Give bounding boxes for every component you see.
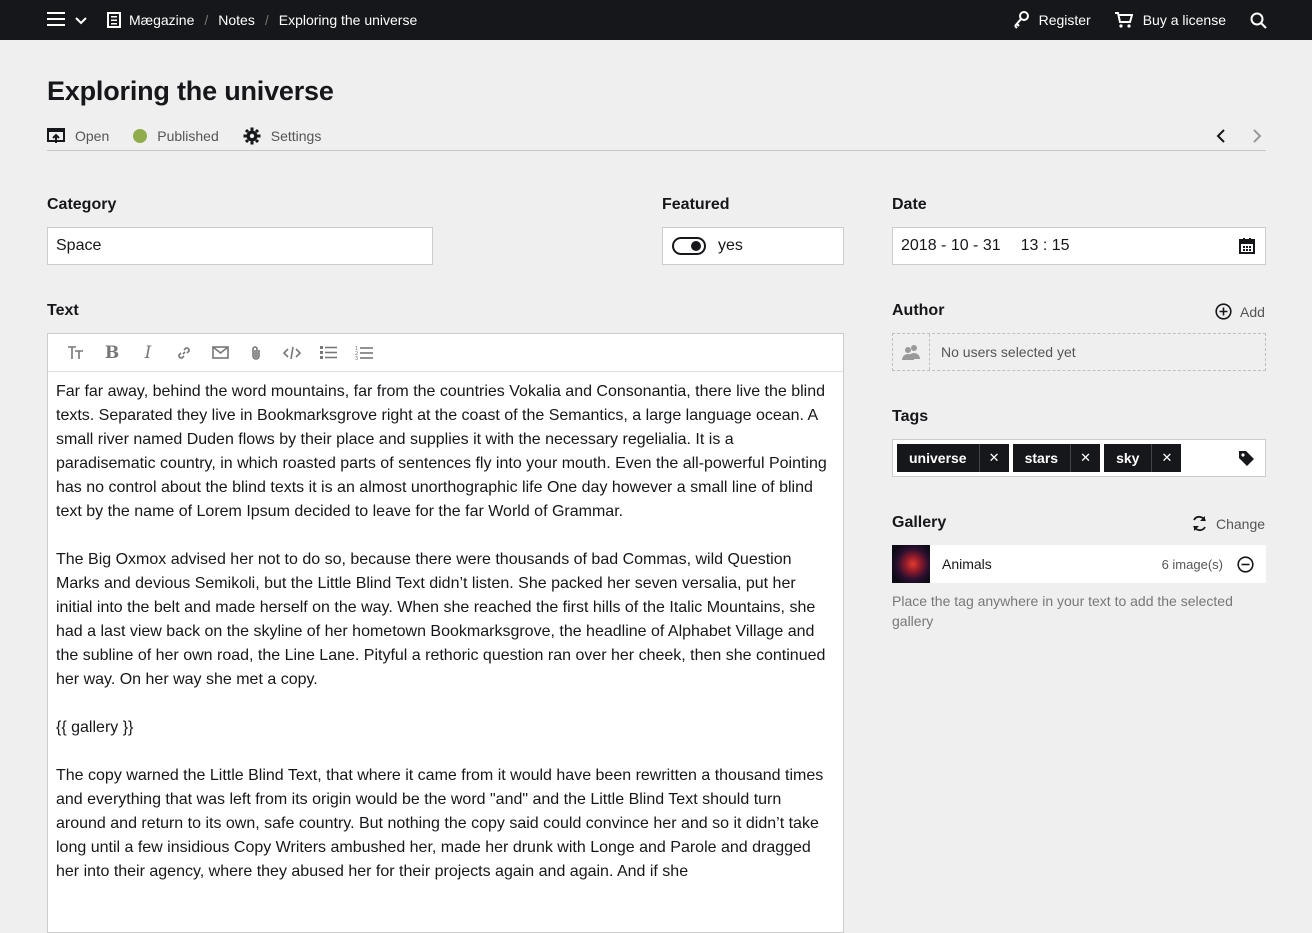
breadcrumb-current[interactable]: Exploring the universe (279, 12, 418, 28)
search-icon (1250, 12, 1267, 29)
add-circle-icon (1215, 303, 1232, 320)
email-icon[interactable] (202, 334, 238, 372)
remove-tag-icon[interactable]: ✕ (978, 444, 1009, 472)
text-paragraph: Far far away, behind the word mountains,… (56, 383, 827, 520)
gallery-count: 6 image(s) (1161, 556, 1223, 572)
ordered-list-icon[interactable]: 123 (346, 334, 382, 372)
toggle-icon (672, 237, 706, 255)
editor-content[interactable]: Far far away, behind the word mountains,… (48, 372, 843, 916)
breadcrumb-separator: / (264, 12, 269, 28)
tag-chip[interactable]: sky ✕ (1104, 444, 1182, 472)
text-paragraph: The Big Oxmox advised her not to do so, … (56, 551, 826, 688)
tags-field[interactable]: universe ✕ stars ✕ sky ✕ (892, 439, 1266, 477)
open-label: Open (75, 127, 110, 144)
featured-toggle[interactable]: yes (662, 227, 844, 265)
remove-tag-icon[interactable]: ✕ (1070, 444, 1100, 472)
change-gallery-button[interactable]: Change (1191, 515, 1265, 532)
editor-toolbar: B I 123 (48, 334, 843, 372)
gallery-thumbnail (892, 545, 930, 583)
refresh-icon (1191, 515, 1208, 532)
author-label: Author (892, 302, 945, 319)
chevron-right-icon[interactable] (1252, 128, 1262, 143)
buy-license-button[interactable]: Buy a license (1114, 12, 1226, 28)
menu-button[interactable] (47, 11, 87, 29)
italic-icon[interactable]: I (130, 334, 166, 372)
status-dot-icon (133, 128, 148, 143)
time-input[interactable]: 13 : 15 (1021, 237, 1070, 255)
settings-button[interactable]: Settings (243, 127, 322, 145)
link-icon[interactable] (166, 334, 202, 372)
code-icon[interactable] (274, 334, 310, 372)
date-input[interactable]: 2018 - 10 - 31 (901, 237, 1001, 255)
author-empty: No users selected yet (892, 333, 1266, 371)
svg-text:3: 3 (355, 356, 358, 361)
remove-tag-icon[interactable]: ✕ (1151, 444, 1181, 472)
author-empty-text: No users selected yet (941, 344, 1076, 360)
date-field[interactable]: 2018 - 10 - 31 13 : 15 (892, 227, 1266, 265)
hamburger-icon (47, 11, 65, 29)
cart-icon (1114, 12, 1133, 28)
tag-label: sky (1116, 450, 1140, 466)
date-label: Date (892, 196, 927, 213)
bullet-list-icon[interactable] (310, 334, 346, 372)
gallery-label: Gallery (892, 514, 947, 531)
headings-icon[interactable] (58, 334, 94, 372)
text-editor[interactable]: B I 123 Far far away, behind the word mo… (47, 333, 844, 933)
gallery-help-text: Place the tag anywhere in your text to a… (892, 593, 1233, 629)
add-author-button[interactable]: Add (1215, 303, 1265, 320)
text-paragraph: The copy warned the Little Blind Text, t… (56, 767, 824, 880)
category-field[interactable]: Space (47, 227, 433, 265)
status-button[interactable]: Published (133, 128, 219, 144)
page-navigation (1216, 128, 1262, 143)
tag-label: stars (1024, 450, 1059, 466)
gear-icon (243, 127, 261, 145)
text-paragraph: {{ gallery }} (56, 719, 134, 736)
breadcrumb-site[interactable]: Mægazine (129, 12, 194, 28)
text-label: Text (47, 302, 79, 319)
add-author-label: Add (1240, 303, 1265, 320)
top-bar: Mægazine / Notes / Exploring the univers… (0, 0, 1312, 40)
gallery-item[interactable]: Animals 6 image(s) (892, 545, 1266, 583)
register-label: Register (1038, 12, 1091, 28)
page-title: Exploring the universe (47, 76, 334, 106)
open-button[interactable]: Open (47, 127, 110, 144)
open-icon (47, 127, 65, 144)
settings-label: Settings (270, 127, 322, 144)
featured-label: Featured (662, 196, 730, 213)
chevron-left-icon[interactable] (1216, 128, 1226, 143)
page-header: Exploring the universe Open Published Se… (47, 40, 1266, 151)
change-gallery-label: Change (1216, 515, 1266, 532)
tag-label: universe (909, 450, 967, 466)
page-icon (107, 12, 121, 28)
calendar-icon[interactable] (1239, 238, 1255, 254)
page-options: Open Published Settings (47, 121, 1266, 151)
search-button[interactable] (1250, 12, 1267, 29)
gallery-name: Animals (942, 556, 992, 572)
chevron-down-icon (75, 12, 87, 28)
remove-circle-icon[interactable] (1237, 555, 1254, 573)
bold-icon[interactable]: B (94, 334, 130, 372)
tag-chip[interactable]: stars ✕ (1012, 444, 1101, 472)
users-icon (893, 334, 930, 370)
featured-value: yes (718, 237, 743, 254)
buy-license-label: Buy a license (1142, 12, 1226, 28)
breadcrumb-separator: / (204, 12, 209, 28)
tag-chip[interactable]: universe ✕ (897, 444, 1009, 472)
breadcrumb: Mægazine / Notes / Exploring the univers… (107, 12, 417, 28)
attachment-icon[interactable] (238, 334, 274, 372)
tags-label: Tags (892, 408, 929, 425)
category-label: Category (47, 196, 117, 213)
tag-icon[interactable] (1238, 450, 1255, 467)
register-button[interactable]: Register (1013, 11, 1091, 29)
breadcrumb-notes[interactable]: Notes (218, 12, 255, 28)
category-value: Space (56, 237, 102, 254)
status-label: Published (157, 127, 219, 144)
key-icon (1013, 11, 1029, 29)
